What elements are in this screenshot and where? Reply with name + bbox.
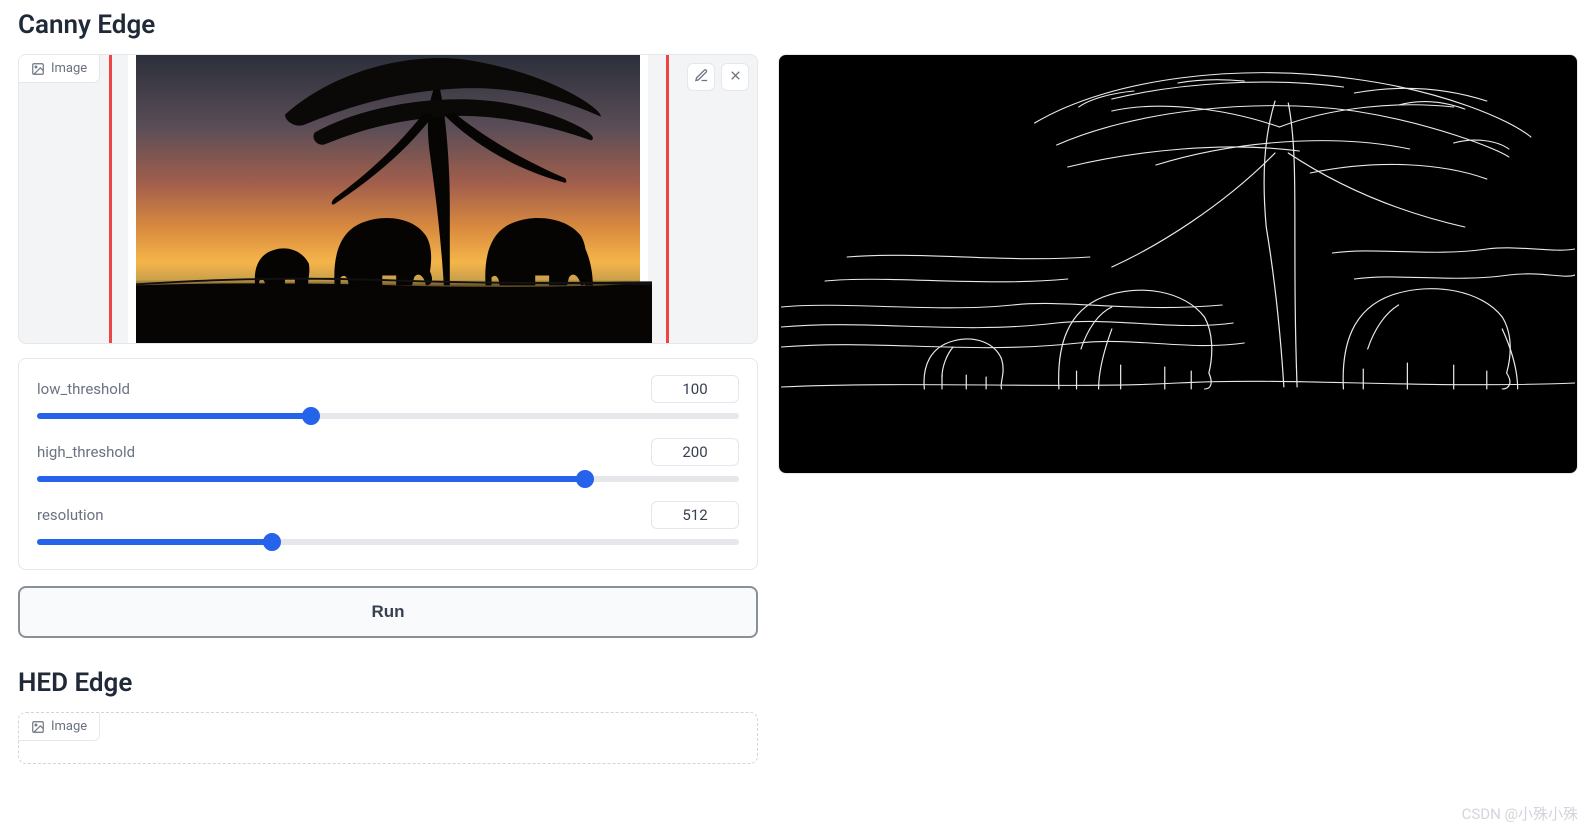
edit-image-button[interactable]: [687, 63, 715, 91]
image-label-text: Image: [51, 719, 87, 734]
slider-value[interactable]: 100: [651, 375, 739, 403]
canny-input-image-panel[interactable]: Image: [18, 54, 758, 344]
input-image: [128, 55, 648, 343]
image-icon: [31, 62, 45, 76]
slider-track[interactable]: [37, 413, 739, 419]
slider-label: resolution: [37, 506, 104, 524]
slider-thumb[interactable]: [263, 533, 281, 551]
canny-left-column: Image: [18, 54, 758, 638]
canny-output-panel[interactable]: [778, 54, 1578, 474]
slider-resolution: resolution 512: [37, 492, 739, 555]
slider-low-threshold: low_threshold 100: [37, 367, 739, 429]
hed-heading: HED Edge: [18, 668, 1578, 698]
hed-input-image-panel[interactable]: Image: [18, 712, 758, 764]
clear-image-button[interactable]: [721, 63, 749, 91]
slider-track[interactable]: [37, 539, 739, 545]
slider-thumb[interactable]: [302, 407, 320, 425]
slider-value[interactable]: 200: [651, 438, 739, 466]
image-upload-controls: [687, 63, 749, 91]
canny-right-column: [778, 54, 1578, 474]
slider-value[interactable]: 512: [651, 501, 739, 529]
slider-label: high_threshold: [37, 443, 135, 461]
image-label-tab: Image: [19, 713, 100, 741]
canny-output-image: [781, 57, 1575, 471]
slider-thumb[interactable]: [576, 470, 594, 488]
run-button[interactable]: Run: [18, 586, 758, 638]
slider-label: low_threshold: [37, 380, 130, 398]
image-label-tab: Image: [19, 55, 100, 83]
sliders-panel: low_threshold 100 high_threshold 200: [18, 358, 758, 570]
image-icon: [31, 720, 45, 734]
canny-heading: Canny Edge: [18, 10, 1578, 40]
slider-high-threshold: high_threshold 200: [37, 429, 739, 492]
image-label-text: Image: [51, 61, 87, 76]
close-icon: [728, 68, 743, 87]
canny-columns: Image: [18, 54, 1578, 638]
slider-track[interactable]: [37, 476, 739, 482]
watermark: CSDN @小殊小殊: [1462, 803, 1578, 824]
pencil-icon: [694, 68, 709, 87]
hed-columns: Image: [18, 712, 1578, 764]
